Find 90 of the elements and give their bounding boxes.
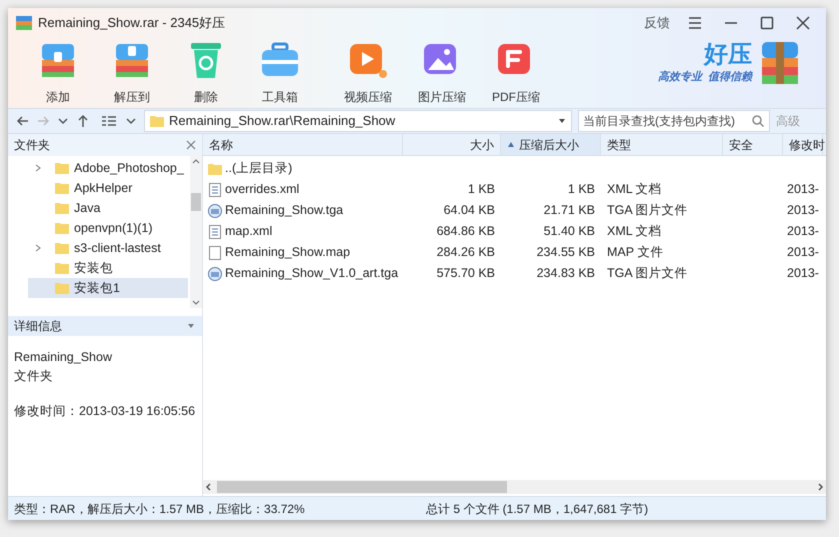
sort-arrow-icon: [507, 140, 515, 148]
table-cell: TGA 图片文件: [607, 203, 688, 218]
file-name: Remaining_Show.map: [225, 244, 350, 262]
folder-tree-item[interactable]: ApkHelper: [28, 178, 188, 198]
folder-icon: [54, 180, 70, 196]
feedback-button[interactable]: 反馈: [640, 13, 674, 33]
file-row[interactable]: map.xml 684.86 KB 51.40 KB XML 文档 2013-: [203, 221, 826, 242]
address-field[interactable]: Remaining_Show.rar\Remaining_Show: [144, 110, 572, 132]
text-file-icon: [207, 182, 223, 198]
table-cell: 2013-: [787, 203, 819, 218]
column-header[interactable]: 名称: [203, 134, 403, 155]
folder-icon: [54, 160, 70, 176]
file-row[interactable]: Remaining_Show.map 284.26 KB 234.55 KB MAP 文件 2013-: [203, 242, 826, 263]
expand-chevron-icon[interactable]: [34, 164, 42, 172]
logo-slogan: 高效专业: [658, 70, 702, 85]
expand-chevron-icon[interactable]: [34, 244, 42, 252]
panel-title: 文件夹: [14, 137, 50, 154]
table-cell: XML 文档: [607, 182, 662, 196]
table-cell: XML 文档: [607, 224, 662, 238]
scrollbar-thumb[interactable]: [217, 481, 507, 493]
toolbar-button[interactable]: 视频压缩: [338, 38, 398, 106]
toolbar-button[interactable]: 工具箱: [250, 38, 310, 106]
column-header[interactable]: 类型: [601, 134, 723, 155]
search-field[interactable]: 当前目录查找(支持包内查找): [578, 110, 770, 132]
image-file-icon: [207, 202, 223, 218]
toolbar-button[interactable]: 删除: [176, 38, 236, 106]
status-text: 总计 5 个文件 (1.57 MB，1,647,681 字节): [426, 500, 648, 518]
file-name: overrides.xml: [225, 181, 300, 198]
detail-name: Remaining_Show: [14, 349, 113, 366]
folder-tree-item[interactable]: Adobe_Photoshop_: [28, 158, 188, 178]
file-row[interactable]: Remaining_Show.tga 64.04 KB 21.71 KB TGA 图片文件 2013-: [203, 200, 826, 221]
folder-tree-item[interactable]: s3-client-lastest: [28, 238, 188, 258]
table-cell: 2013-: [787, 182, 819, 196]
table-cell: TGA 图片文件: [607, 266, 688, 280]
file-row[interactable]: overrides.xml 1 KB 1 KB XML 文档 2013-: [203, 179, 826, 200]
table-cell: 51.40 KB: [544, 224, 595, 238]
folder-tree-item[interactable]: 安装包1: [28, 278, 188, 298]
text-file-icon: [207, 224, 223, 240]
toolbar-button[interactable]: 添加: [28, 38, 88, 106]
column-header[interactable]: 修改时: [783, 134, 823, 155]
file-name: ..(上层目录): [225, 160, 292, 178]
window-title: Remaining_Show.rar - 2345好压: [38, 14, 226, 32]
logo-slogan: 值得信赖: [708, 70, 752, 85]
table-cell: 1 KB: [568, 182, 595, 196]
app-logo-icon: [16, 16, 32, 30]
file-row[interactable]: Remaining_Show_V1.0_art.tga 575.70 KB 234.83 KB TGA 图片文件 2013-: [203, 263, 826, 284]
file-name: Remaining_Show.tga: [225, 202, 344, 220]
panel-title: 详细信息: [14, 318, 62, 335]
table-cell: 1 KB: [468, 182, 495, 196]
toolbar-button[interactable]: 图片压缩: [412, 38, 472, 106]
image-file-icon: [207, 266, 223, 282]
table-cell: 2013-: [787, 245, 819, 260]
search-icon[interactable]: [751, 114, 765, 128]
folder-icon: [54, 220, 70, 236]
table-cell: 64.04 KB: [444, 203, 495, 218]
toolbar-button[interactable]: 解压到: [102, 38, 162, 106]
toolbar-button[interactable]: PDF压缩: [486, 38, 546, 106]
file-row[interactable]: ..(上层目录): [203, 158, 826, 179]
table-cell: 234.55 KB: [536, 245, 595, 260]
vertical-scrollbar[interactable]: [190, 156, 202, 308]
table-cell: 684.86 KB: [436, 224, 495, 238]
folder-icon: [54, 280, 70, 296]
table-cell: 2013-: [787, 266, 819, 280]
detail-modified: 修改时间：2013-03-19 16:05:56: [14, 402, 196, 420]
folder-tree-item[interactable]: 安装包: [28, 258, 188, 278]
table-cell: 2013-: [787, 224, 819, 238]
column-header[interactable]: 安全: [723, 134, 783, 155]
file-name: Remaining_Show_V1.0_art.tga: [225, 265, 398, 282]
scrollbar-thumb[interactable]: [191, 193, 201, 211]
status-text: 类型：RAR，解压后大小：1.57 MB，压缩比：33.72%: [14, 500, 306, 518]
table-cell: 21.71 KB: [544, 203, 595, 218]
file-name: map.xml: [225, 223, 272, 240]
table-cell: 575.70 KB: [436, 266, 495, 280]
table-cell: 234.83 KB: [536, 266, 595, 280]
folder-icon: [54, 200, 70, 216]
table-cell: 284.26 KB: [436, 245, 495, 260]
folder-tree-item[interactable]: Java: [28, 198, 188, 218]
folder-tree-item[interactable]: openvpn(1)(1): [28, 218, 188, 238]
folder-icon: [54, 240, 70, 256]
folder-icon: [54, 260, 70, 276]
detail-type: 文件夹: [14, 368, 54, 385]
table-cell: MAP 文件: [607, 245, 664, 260]
folder-icon: [149, 113, 165, 129]
scroll-up-icon[interactable]: [192, 158, 200, 164]
file-icon: [207, 244, 223, 260]
close-icon[interactable]: [186, 140, 196, 150]
horizontal-scrollbar[interactable]: [203, 480, 826, 494]
column-header[interactable]: 压缩后大小: [501, 134, 601, 155]
scroll-down-icon[interactable]: [192, 300, 200, 306]
logo-title: 好压: [704, 40, 752, 69]
